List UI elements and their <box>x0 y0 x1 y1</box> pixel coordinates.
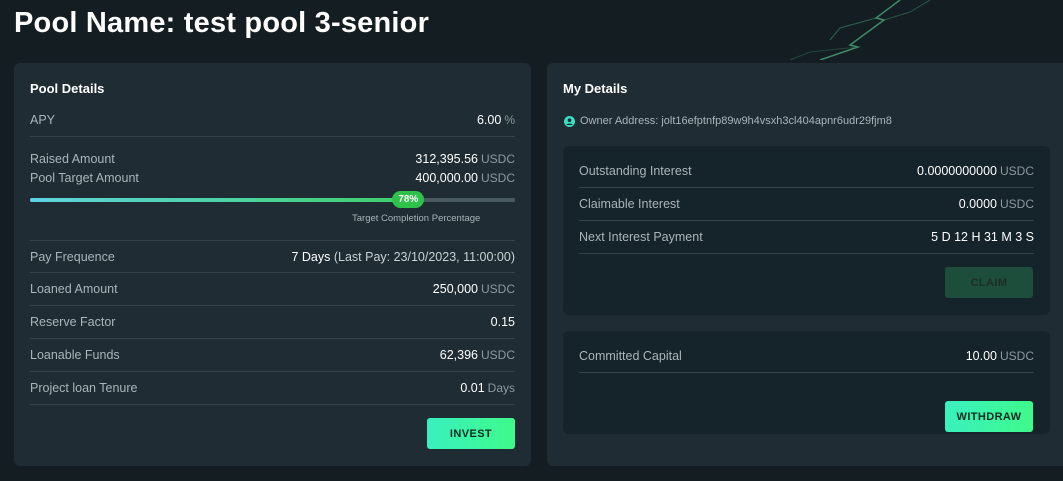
user-circle-icon <box>564 115 575 127</box>
loaned-value: 250,000 <box>432 282 478 296</box>
owner-label: Owner Address: <box>580 115 659 127</box>
claimable-row: Claimable Interest 0.0000 USDC <box>579 188 1034 221</box>
interest-card: Outstanding Interest 0.0000000000 USDC Cl… <box>563 146 1050 315</box>
my-details-title: My Details <box>563 81 628 96</box>
pool-details-panel: Pool Details APY 6.00% Raised Amount 312… <box>14 63 531 466</box>
invest-button[interactable]: INVEST <box>427 418 515 449</box>
claimable-value: 0.0000 <box>958 197 997 211</box>
my-details-panel: My Details Owner Address: jolt16efptnfp8… <box>547 63 1063 466</box>
tenure-unit: Days <box>487 381 515 395</box>
capital-card: Committed Capital 10.00 USDC WITHDRAW <box>563 331 1050 434</box>
claimable-unit: USDC <box>999 197 1034 211</box>
tenure-value: 0.01 <box>460 381 485 395</box>
page-title: Pool Name: test pool 3-senior <box>14 7 430 39</box>
loanable-label: Loanable Funds <box>30 348 120 362</box>
loaned-unit: USDC <box>480 282 515 296</box>
tenure-label: Project loan Tenure <box>30 381 138 395</box>
target-unit: USDC <box>480 170 515 185</box>
committed-unit: USDC <box>999 349 1034 363</box>
apy-row: APY 6.00% <box>30 104 515 137</box>
loaned-label: Loaned Amount <box>30 282 118 296</box>
pay-frequence-label: Pay Frequence <box>30 249 115 264</box>
owner-address-value[interactable]: jolt16efptnfp89w9h4vsxh3cl404apnr6udr29f… <box>661 115 892 127</box>
apy-unit: % <box>504 113 515 127</box>
loanable-unit: USDC <box>480 348 515 362</box>
outstanding-value: 0.0000000000 <box>917 164 997 178</box>
pay-frequence-value: 7 Days <box>291 249 331 264</box>
apy-value: 6.00 <box>476 113 502 127</box>
claimable-label: Claimable Interest <box>579 197 680 211</box>
committed-capital-row: Committed Capital 10.00 USDC <box>579 340 1034 373</box>
reserve-value: 0.15 <box>490 315 515 329</box>
owner-address: Owner Address: jolt16efptnfp89w9h4vsxh3c… <box>564 115 892 127</box>
progress-caption: Target Completion Percentage <box>352 213 481 224</box>
raised-target-block: Raised Amount 312,395.56 USDC Pool Target… <box>30 149 515 187</box>
outstanding-row: Outstanding Interest 0.0000000000 USDC <box>579 155 1034 188</box>
progress-fill <box>30 198 409 202</box>
committed-label: Committed Capital <box>579 349 682 363</box>
next-payment-value: 5 D 12 H 31 M 3 S <box>931 230 1034 244</box>
withdraw-button[interactable]: WITHDRAW <box>945 401 1033 432</box>
target-value: 400,000.00 <box>415 170 478 185</box>
reserve-label: Reserve Factor <box>30 315 116 329</box>
raised-value: 312,395.56 <box>415 151 478 166</box>
outstanding-unit: USDC <box>999 164 1034 178</box>
committed-value: 10.00 <box>965 349 997 363</box>
apy-label: APY <box>30 113 56 127</box>
claim-button[interactable]: CLAIM <box>945 267 1033 298</box>
lightning-decoration <box>789 0 931 60</box>
target-label: Pool Target Amount <box>30 170 139 185</box>
loaned-amount-row: Loaned Amount 250,000 USDC <box>30 273 515 306</box>
pool-details-title: Pool Details <box>30 81 105 96</box>
next-payment-label: Next Interest Payment <box>579 230 703 244</box>
loanable-funds-row: Loanable Funds 62,396 USDC <box>30 339 515 372</box>
raised-unit: USDC <box>480 151 515 166</box>
outstanding-label: Outstanding Interest <box>579 164 692 178</box>
pay-frequence-row: Pay Frequence 7 Days (Last Pay: 23/10/20… <box>30 240 515 273</box>
progress-badge: 78% <box>392 191 425 208</box>
next-payment-row: Next Interest Payment 5 D 12 H 31 M 3 S <box>579 221 1034 254</box>
loanable-value: 62,396 <box>439 348 478 362</box>
last-pay-text: (Last Pay: 23/10/2023, 11:00:00) <box>333 249 515 264</box>
tenure-row: Project loan Tenure 0.01 Days <box>30 372 515 405</box>
raised-label: Raised Amount <box>30 151 115 166</box>
target-progress-bar: 78% <box>30 191 515 208</box>
reserve-factor-row: Reserve Factor 0.15 <box>30 306 515 339</box>
